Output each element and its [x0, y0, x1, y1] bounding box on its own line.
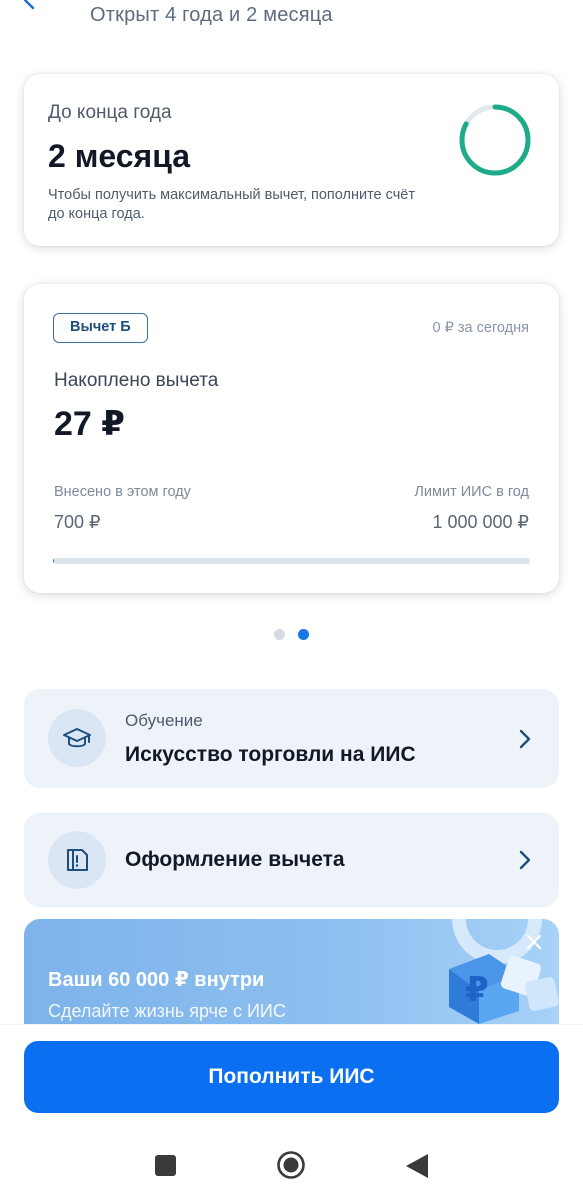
deduction-type-badge: Вычет Б: [53, 313, 148, 343]
svg-text:₽: ₽: [465, 970, 489, 1010]
year-end-label: До конца года: [48, 102, 172, 123]
graduation-cap-icon-circle: [48, 709, 106, 767]
contribution-progress-bar: [53, 558, 530, 564]
pager-dot-1[interactable]: [274, 629, 285, 640]
education-subtitle: Обучение: [125, 711, 203, 730]
deduction-card[interactable]: Вычет Б 0 ₽ за сегодня Накоплено вычета …: [24, 284, 559, 593]
graduation-cap-icon: [63, 728, 91, 748]
today-amount: 0 ₽ за сегодня: [432, 320, 529, 336]
deduction-link-title: Оформление вычета: [125, 848, 345, 871]
limit-value: 1 000 000 ₽: [432, 512, 529, 532]
home-icon[interactable]: [276, 1150, 306, 1180]
chevron-right-icon: [519, 850, 531, 870]
year-end-value: 2 месяца: [48, 138, 191, 174]
accumulated-value: 27 ₽: [54, 405, 125, 443]
contributed-label: Внесено в этом году: [54, 484, 191, 500]
back-arrow-icon[interactable]: [18, 0, 42, 12]
document-icon-circle: [48, 831, 106, 889]
back-triangle-icon[interactable]: [404, 1152, 430, 1180]
accumulated-label: Накоплено вычета: [54, 370, 219, 391]
deduction-link-card[interactable]: Оформление вычета: [24, 813, 559, 907]
contributed-value: 700 ₽: [54, 512, 101, 532]
top-bar: Открыт 4 года и 2 месяца: [0, 0, 583, 40]
year-end-card: До конца года 2 месяца Чтобы получить ма…: [24, 74, 559, 246]
close-icon[interactable]: [525, 933, 543, 951]
account-age-text: Открыт 4 года и 2 месяца: [90, 4, 333, 26]
system-nav-bar: [0, 1147, 583, 1187]
pager-dot-2[interactable]: [298, 629, 309, 640]
education-link-card[interactable]: Обучение Искусство торговли на ИИС: [24, 689, 559, 788]
chevron-right-icon: [519, 729, 531, 749]
promo-subtitle: Сделайте жизнь ярче с ИИС: [48, 1001, 286, 1021]
recent-apps-icon[interactable]: [155, 1155, 176, 1176]
carousel-pager: [274, 629, 314, 641]
document-icon: [67, 849, 88, 871]
promo-banner[interactable]: ₽ Ваши 60 000 ₽ внутри Сделайте жизнь яр…: [24, 919, 559, 1024]
top-up-button[interactable]: Пополнить ИИС: [24, 1041, 559, 1113]
bottom-action-panel: Пополнить ИИС: [0, 1024, 583, 1200]
education-title: Искусство торговли на ИИС: [125, 743, 416, 766]
limit-label: Лимит ИИС в год: [414, 484, 529, 500]
year-progress-ring: [459, 104, 531, 176]
year-end-hint: Чтобы получить максимальный вычет, попол…: [48, 187, 415, 222]
promo-title: Ваши 60 000 ₽ внутри: [48, 969, 265, 991]
